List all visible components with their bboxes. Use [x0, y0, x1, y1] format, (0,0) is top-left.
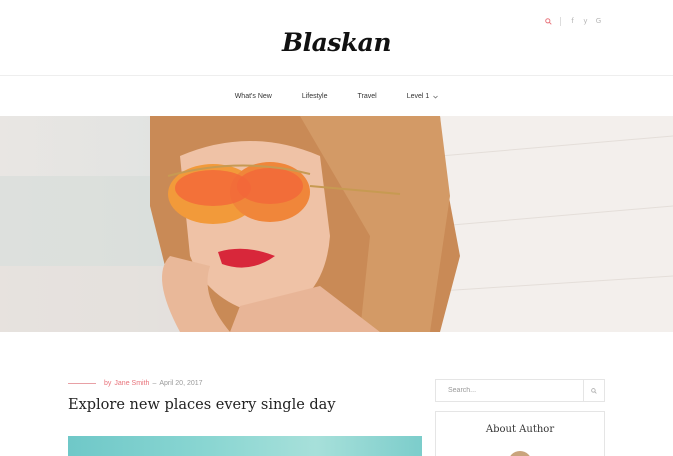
site-header: f y G Blaskan [0, 0, 673, 76]
nav-item-travel[interactable]: Travel [358, 93, 377, 100]
post-title[interactable]: Explore new places every single day [68, 397, 336, 413]
about-author-widget: About Author [435, 411, 605, 456]
post-meta: by Jane Smith – April 20, 2017 [68, 380, 203, 387]
post-featured-image[interactable] [68, 436, 422, 456]
meta-dash: – [152, 380, 157, 387]
header-divider [560, 16, 561, 26]
hero-image [0, 116, 673, 332]
search-icon[interactable] [542, 15, 555, 27]
nav-item-label: Travel [357, 93, 377, 100]
facebook-icon[interactable]: f [566, 15, 579, 27]
main-nav: What's New Lifestyle Travel Level 1 [0, 77, 673, 116]
meta-by: by [104, 380, 112, 387]
hero-illustration [0, 116, 673, 332]
site-logo[interactable]: Blaskan [0, 28, 673, 57]
twitter-icon[interactable]: y [579, 15, 592, 27]
nav-item-label: Level 1 [406, 93, 430, 100]
search-icon [591, 387, 597, 394]
search-button[interactable] [583, 380, 604, 401]
nav-item-whats-new[interactable]: What's New [235, 93, 272, 100]
nav-item-level-1[interactable]: Level 1 [407, 93, 439, 100]
post-date: April 20, 2017 [159, 380, 203, 387]
header-icons: f y G [542, 15, 605, 27]
google-plus-icon[interactable]: G [592, 15, 605, 27]
meta-divider [68, 383, 96, 384]
search-input[interactable] [436, 380, 584, 401]
avatar [508, 451, 532, 456]
nav-item-label: Lifestyle [301, 93, 328, 100]
sidebar-search [435, 379, 605, 402]
nav-item-lifestyle[interactable]: Lifestyle [302, 93, 328, 100]
nav-item-label: What's New [234, 93, 272, 100]
about-author-title: About Author [485, 424, 555, 435]
chevron-down-icon [433, 95, 439, 99]
post-author-link[interactable]: Jane Smith [114, 380, 149, 387]
